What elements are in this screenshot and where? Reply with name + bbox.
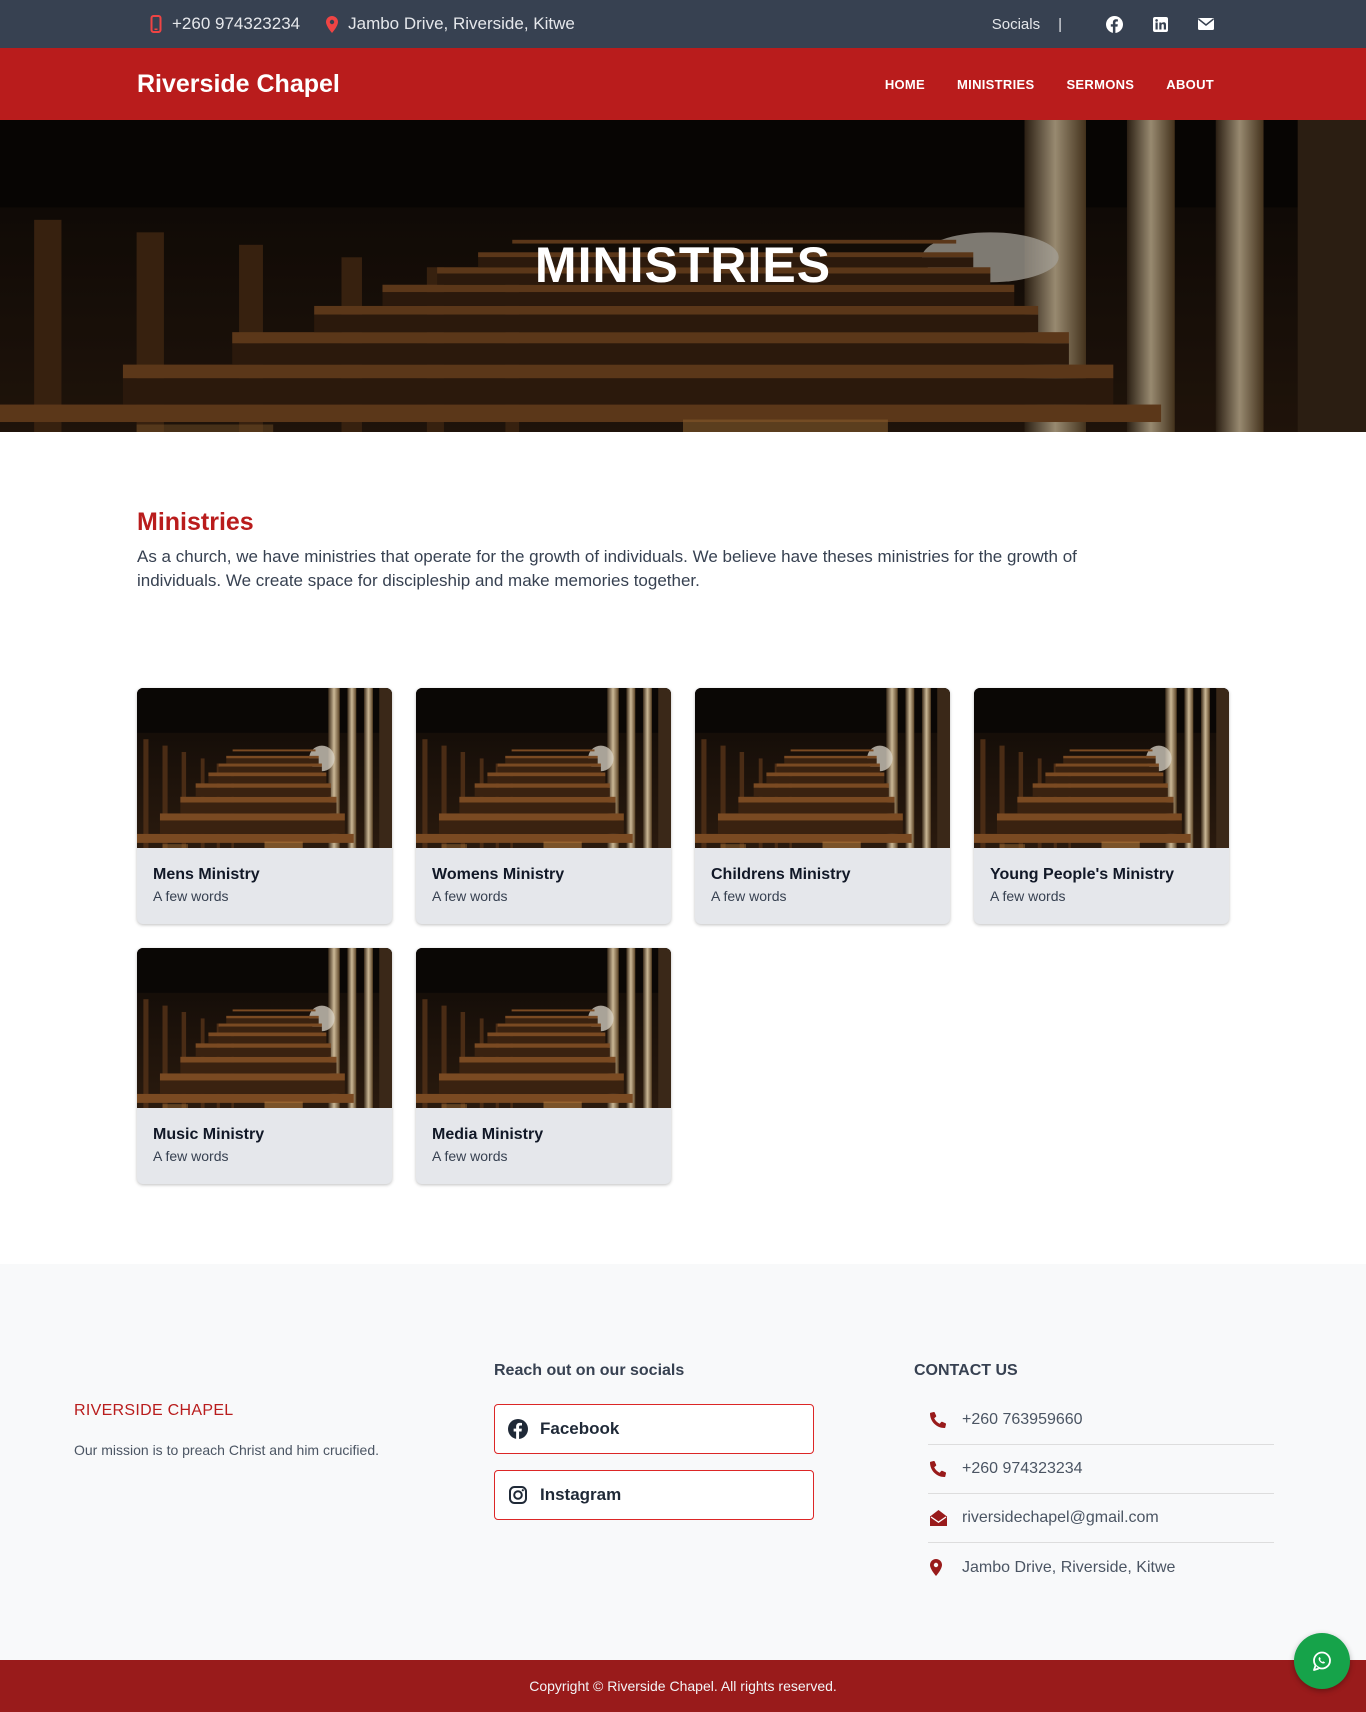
envelope-icon (1198, 18, 1214, 30)
envelope-open-icon (930, 1510, 947, 1526)
instagram-button-label: Instagram (540, 1485, 622, 1504)
ministry-subtitle: A few words (153, 1148, 229, 1164)
linkedin-link[interactable] (1153, 16, 1168, 32)
map-pin-icon (326, 15, 339, 33)
nav-home[interactable]: HOME (885, 77, 925, 92)
topbar-address-text: Jambo Drive, Riverside, Kitwe (348, 14, 575, 33)
phone-icon (150, 15, 162, 33)
contact-phone-2-text: +260 974323234 (962, 1460, 1083, 1477)
contact-phone-1-text: +260 763959660 (962, 1411, 1083, 1428)
footer-mission: Our mission is to preach Christ and him … (74, 1442, 379, 1458)
ministry-title: Childrens Ministry (711, 866, 851, 883)
facebook-button[interactable]: Facebook (494, 1404, 814, 1454)
instagram-button[interactable]: Instagram (494, 1470, 814, 1520)
contact-phone-2[interactable]: +260 974323234 (928, 1445, 1274, 1494)
contact-address-text: Jambo Drive, Riverside, Kitwe (962, 1558, 1176, 1576)
socials-separator: | (1058, 15, 1062, 33)
ministry-subtitle: A few words (432, 1148, 508, 1164)
ministry-image (137, 948, 392, 1108)
ministry-title: Womens Ministry (432, 866, 565, 883)
footer-socials: Reach out on our socials Facebook Instag… (494, 1362, 814, 1536)
ministry-image (416, 688, 671, 848)
ministries-intro: Ministries As a church, we have ministri… (137, 508, 1147, 593)
site-brand[interactable]: Riverside Chapel (137, 48, 340, 120)
top-bar: +260 974323234 Jambo Drive, Riverside, K… (0, 0, 1366, 48)
topbar-address: Jambo Drive, Riverside, Kitwe (326, 14, 575, 34)
nav-about[interactable]: ABOUT (1166, 77, 1214, 92)
ministry-card-womens[interactable]: Womens Ministry A few words (416, 688, 671, 924)
section-description: As a church, we have ministries that ope… (137, 547, 1077, 590)
ministry-card-media[interactable]: Media Ministry A few words (416, 948, 671, 1184)
main-nav: HOME MINISTRIES SERMONS ABOUT (853, 48, 1214, 120)
hero-title: MINISTRIES (534, 237, 832, 293)
copyright-text: Copyright © Riverside Chapel. All rights… (529, 1678, 837, 1694)
ministry-subtitle: A few words (711, 888, 787, 904)
facebook-link[interactable] (1106, 15, 1123, 33)
phone-icon (930, 1412, 946, 1428)
ministry-subtitle: A few words (432, 888, 508, 904)
phone-icon (930, 1461, 946, 1477)
ministry-card-mens[interactable]: Mens Ministry A few words (137, 688, 392, 924)
ministry-cards: Mens Ministry A few words Womens Ministr… (137, 688, 1230, 1184)
whatsapp-icon (1313, 1651, 1331, 1671)
socials-label: Socials (991, 15, 1041, 33)
footer-socials-heading: Reach out on our socials (494, 1362, 685, 1379)
footer-contact: CONTACT US +260 763959660 +260 974323234… (914, 1362, 1274, 1592)
nav-ministries[interactable]: MINISTRIES (957, 77, 1034, 92)
topbar-phone-text: +260 974323234 (172, 14, 301, 33)
hero-banner: MINISTRIES (0, 120, 1366, 432)
footer-about: RIVERSIDE CHAPEL Our mission is to preac… (74, 1402, 454, 1458)
footer: RIVERSIDE CHAPEL Our mission is to preac… (0, 1264, 1366, 1660)
contact-email-text: riversidechapel@gmail.com (962, 1509, 1159, 1526)
ministry-image (137, 688, 392, 848)
ministry-subtitle: A few words (153, 888, 229, 904)
ministry-card-childrens[interactable]: Childrens Ministry A few words (695, 688, 950, 924)
ministry-title: Music Ministry (153, 1126, 265, 1143)
ministry-subtitle: A few words (990, 888, 1066, 904)
ministry-card-young-people[interactable]: Young People's Ministry A few words (974, 688, 1229, 924)
ministry-image (695, 688, 950, 848)
map-pin-icon (930, 1559, 942, 1576)
nav-sermons[interactable]: SERMONS (1066, 77, 1134, 92)
email-link[interactable] (1198, 18, 1214, 30)
copyright-bar: Copyright © Riverside Chapel. All rights… (0, 1660, 1366, 1712)
ministry-image (416, 948, 671, 1108)
navbar: Riverside Chapel HOME MINISTRIES SERMONS… (0, 48, 1366, 120)
facebook-button-label: Facebook (540, 1419, 620, 1438)
contact-phone-1[interactable]: +260 763959660 (928, 1396, 1274, 1445)
ministry-title: Mens Ministry (153, 866, 260, 883)
instagram-icon (509, 1486, 527, 1504)
ministry-image (974, 688, 1229, 848)
ministry-title: Media Ministry (432, 1126, 544, 1143)
footer-brand: RIVERSIDE CHAPEL (74, 1402, 234, 1419)
contact-heading: CONTACT US (914, 1362, 1018, 1379)
linkedin-icon (1153, 16, 1168, 32)
topbar-phone[interactable]: +260 974323234 (150, 14, 300, 34)
facebook-icon (1106, 15, 1123, 33)
ministry-card-music[interactable]: Music Ministry A few words (137, 948, 392, 1184)
contact-email[interactable]: riversidechapel@gmail.com (928, 1494, 1274, 1543)
contact-address: Jambo Drive, Riverside, Kitwe (928, 1543, 1274, 1592)
ministry-title: Young People's Ministry (990, 866, 1174, 883)
contact-list: +260 763959660 +260 974323234 riversidec… (928, 1396, 1274, 1592)
facebook-icon (508, 1419, 528, 1439)
whatsapp-button[interactable] (1294, 1633, 1350, 1689)
section-heading: Ministries (137, 508, 254, 536)
